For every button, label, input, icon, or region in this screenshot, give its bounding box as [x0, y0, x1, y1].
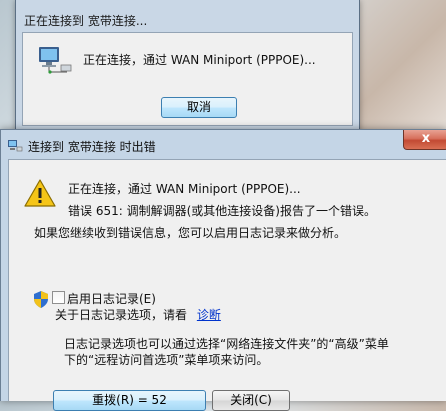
logging-note-line2: 下的“远程访问首选项”菜单项来访问。 — [64, 353, 269, 367]
connecting-line: 正在连接，通过 WAN Miniport (PPPOE)... — [68, 182, 301, 196]
logging-about-line: 关于日志记录选项，请看 诊断 — [55, 306, 221, 323]
network-title-icon — [8, 140, 23, 152]
error-dialog-body: 正在连接，通过 WAN Miniport (PPPOE)... 错误 651: … — [8, 159, 446, 411]
network-computer-icon — [39, 47, 72, 74]
connecting-dialog: 正在连接到 宽带连接... 正在连接，通过 WAN Miniport (PPPO… — [15, 0, 360, 133]
cancel-button[interactable]: 取消 — [161, 97, 237, 118]
close-button[interactable]: 关闭(C) — [212, 390, 290, 411]
close-window-button[interactable]: x — [403, 130, 446, 150]
connecting-dialog-body: 正在连接，通过 WAN Miniport (PPPOE)... 取消 — [22, 32, 353, 126]
enable-logging-label[interactable]: 启用日志记录(E) — [67, 290, 156, 307]
uac-shield-icon — [34, 291, 48, 308]
warning-icon — [24, 179, 56, 207]
diagnose-link[interactable]: 诊断 — [197, 308, 221, 322]
connecting-dialog-title: 正在连接到 宽带连接... — [24, 14, 148, 28]
error-dialog: 连接到 宽带连接 时出错 x 正在连接，通过 WAN Miniport (PPP… — [0, 129, 446, 411]
error-message: 错误 651: 调制解调器(或其他连接设备)报告了一个错误。 — [68, 204, 376, 218]
redial-button[interactable]: 重拨(R) = 52 — [53, 390, 206, 411]
error-dialog-title: 连接到 宽带连接 时出错 — [28, 140, 156, 154]
hint-message: 如果您继续收到错误信息，您可以启用日志记录来做分析。 — [34, 226, 347, 240]
enable-logging-checkbox[interactable] — [52, 291, 65, 304]
connecting-message: 正在连接，通过 WAN Miniport (PPPOE)... — [83, 53, 316, 67]
logging-note-line1: 日志记录选项也可以通过选择“网络连接文件夹”的“高级”菜单 — [64, 337, 389, 351]
logging-about-text: 关于日志记录选项，请看 — [55, 308, 188, 322]
